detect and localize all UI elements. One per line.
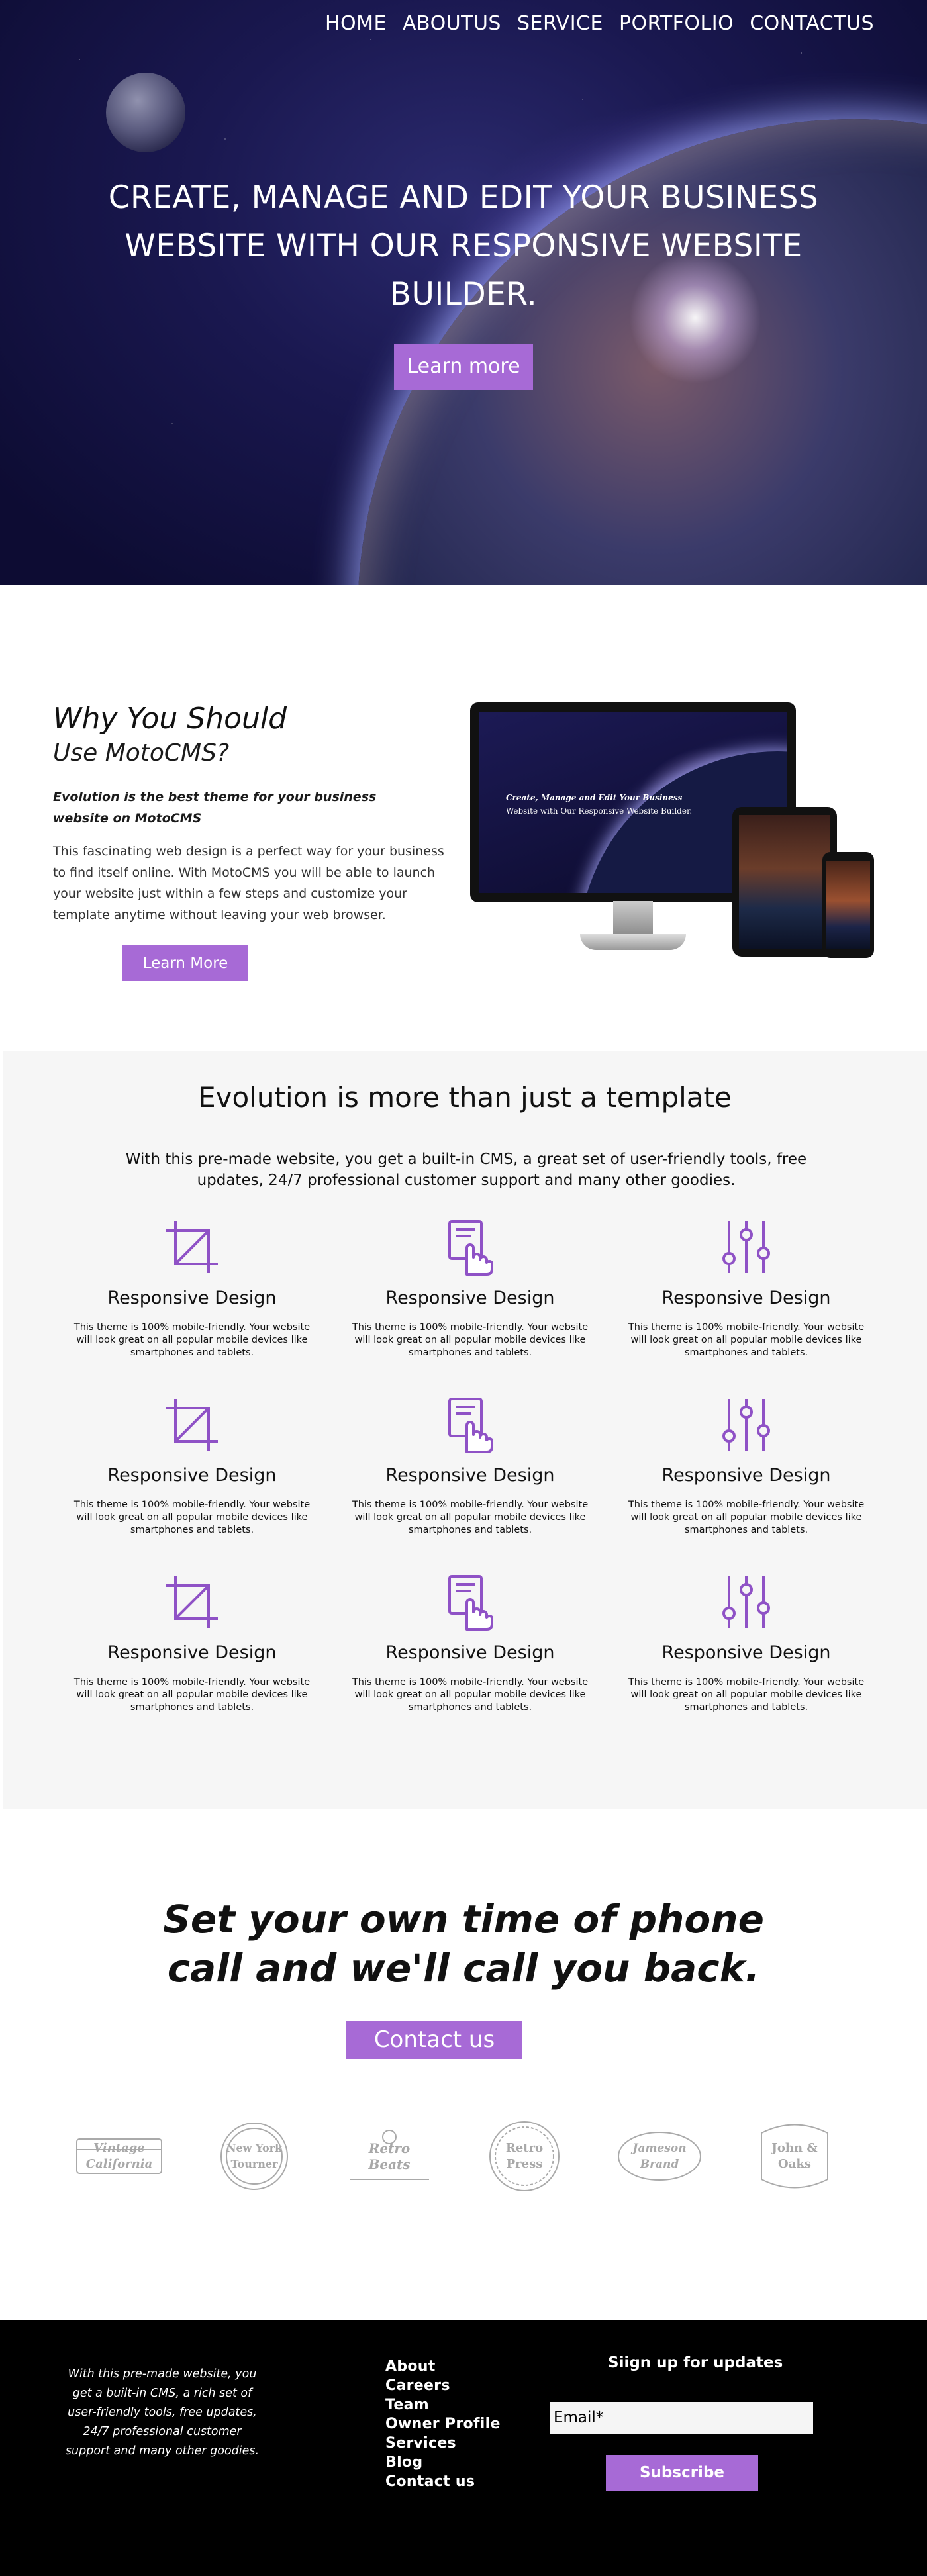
why-learn-more-button[interactable]: Learn More xyxy=(122,945,248,981)
why-subtitle: Use MotoCMS? xyxy=(53,739,230,767)
evolution-section: Evolution is more than just a template W… xyxy=(3,1051,927,1809)
tablet-device xyxy=(732,807,837,957)
footer: With this pre-made website, you get a bu… xyxy=(0,2320,927,2576)
feature-card: Responsive Design This theme is 100% mob… xyxy=(53,1395,331,1572)
crop-icon xyxy=(53,1572,331,1632)
footer-link-blog[interactable]: Blog xyxy=(385,2454,422,2471)
hero-content: CREATE, MANAGE AND EDIT YOUR BUSINESS WE… xyxy=(0,173,927,390)
nav-portfolio[interactable]: PORTFOLIO xyxy=(619,12,734,35)
evolution-title: Evolution is more than just a template xyxy=(198,1081,732,1114)
crop-icon xyxy=(53,1217,331,1277)
main-nav: HOME ABOUTUS SERVICE PORTFOLIO CONTACTUS xyxy=(325,12,874,35)
monitor-stand xyxy=(613,901,653,937)
features-grid: Responsive Design This theme is 100% mob… xyxy=(53,1217,883,1750)
feature-card: Responsive Design This theme is 100% mob… xyxy=(53,1572,331,1750)
footer-link-services[interactable]: Services xyxy=(385,2435,456,2452)
feature-card: Responsive Design This theme is 100% mob… xyxy=(331,1395,609,1572)
logo-john-oaks: John & Oaks xyxy=(748,2120,841,2193)
logo-retro-beats: Retro Beats xyxy=(343,2120,436,2193)
feature-card: Responsive Design This theme is 100% mob… xyxy=(53,1217,331,1395)
feature-card: Responsive Design This theme is 100% mob… xyxy=(331,1217,609,1395)
evolution-subtitle: With this pre-made website, you get a bu… xyxy=(125,1151,807,1189)
touch-document-icon xyxy=(331,1572,609,1632)
learn-more-button[interactable]: Learn more xyxy=(394,344,533,390)
feature-card: Responsive Design This theme is 100% mob… xyxy=(609,1395,883,1572)
why-body: This fascinating web design is a perfect… xyxy=(53,844,444,922)
touch-document-icon xyxy=(331,1395,609,1455)
sliders-icon xyxy=(609,1572,883,1632)
feature-card: Responsive Design This theme is 100% mob… xyxy=(609,1217,883,1395)
moon-image xyxy=(106,73,185,152)
monitor-screen-text: Create, Manage and Edit Your Business We… xyxy=(506,793,693,816)
footer-links: About Careers Team Owner Profile Service… xyxy=(385,2357,501,2491)
subscribe-button[interactable]: Subscribe xyxy=(606,2455,758,2491)
nav-service[interactable]: SERVICE xyxy=(517,12,603,35)
signup-title: Siign up for updates xyxy=(608,2354,783,2371)
phone-device xyxy=(822,852,874,958)
contact-us-button[interactable]: Contact us xyxy=(346,2021,522,2059)
crop-icon xyxy=(53,1395,331,1455)
why-section: Why You Should Use MotoCMS? Evolution is… xyxy=(0,585,927,1051)
logo-vintage-california: Vintage California xyxy=(73,2120,166,2193)
logo-retro-press: Retro Press xyxy=(478,2120,571,2193)
monitor-base xyxy=(580,934,686,950)
footer-link-team[interactable]: Team xyxy=(385,2397,429,2413)
logo-new-york-tourner: New York Tourner xyxy=(208,2120,301,2193)
email-field[interactable] xyxy=(550,2402,813,2434)
footer-link-owner-profile[interactable]: Owner Profile xyxy=(385,2416,501,2432)
nav-aboutus[interactable]: ABOUTUS xyxy=(403,12,501,35)
sliders-icon xyxy=(609,1217,883,1277)
footer-link-contact-us[interactable]: Contact us xyxy=(385,2473,475,2490)
hero-title: CREATE, MANAGE AND EDIT YOUR BUSINESS WE… xyxy=(108,179,819,312)
logo-jameson-brand: Jameson Brand xyxy=(613,2120,706,2193)
footer-about-text: With this pre-made website, you get a bu… xyxy=(65,2367,260,2457)
feature-card: Responsive Design This theme is 100% mob… xyxy=(609,1572,883,1750)
sliders-icon xyxy=(609,1395,883,1455)
footer-link-careers[interactable]: Careers xyxy=(385,2377,450,2394)
nav-contactus[interactable]: CONTACTUS xyxy=(750,12,874,35)
why-text-block: Why You Should Use MotoCMS? Evolution is… xyxy=(53,700,450,981)
callback-section: Set your own time of phone call and we'l… xyxy=(0,1809,927,2320)
feature-card: Responsive Design This theme is 100% mob… xyxy=(331,1572,609,1750)
hero-section: HOME ABOUTUS SERVICE PORTFOLIO CONTACTUS… xyxy=(0,0,927,585)
why-title: Why You Should xyxy=(53,702,287,736)
callback-title: Set your own time of phone call and we'l… xyxy=(163,1897,764,1991)
devices-illustration: Create, Manage and Edit Your Business We… xyxy=(469,702,874,987)
footer-link-about[interactable]: About xyxy=(385,2358,436,2375)
touch-document-icon xyxy=(331,1217,609,1277)
nav-home[interactable]: HOME xyxy=(325,12,387,35)
partner-logos: Vintage California New York Tourner Retr… xyxy=(73,2120,841,2193)
why-lead: Evolution is the best theme for your bus… xyxy=(53,790,377,826)
